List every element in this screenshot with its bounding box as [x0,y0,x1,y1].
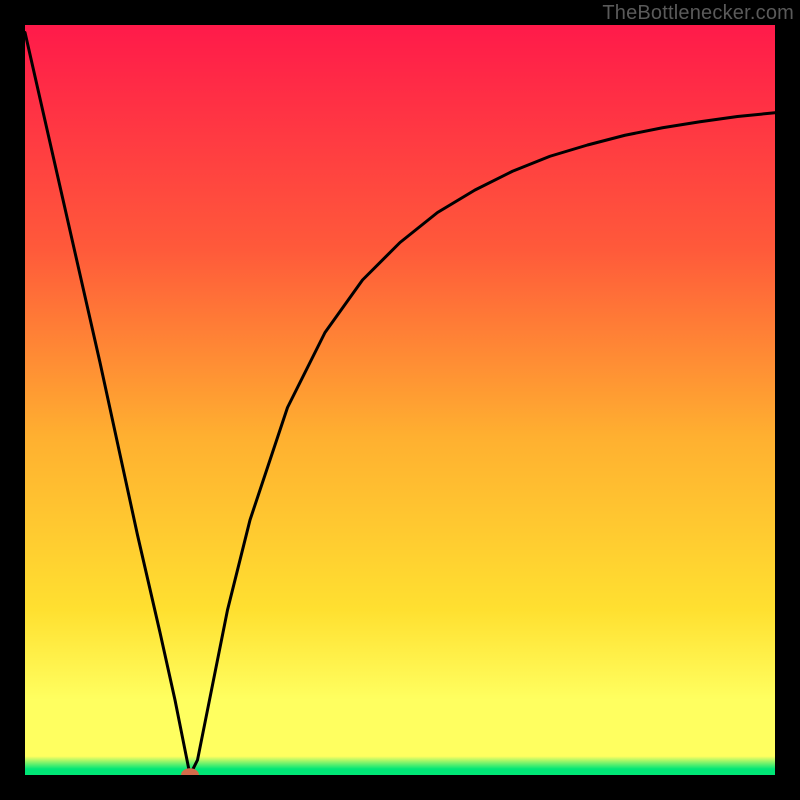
gradient-background [25,25,775,775]
bottleneck-chart [25,25,775,775]
chart-frame: TheBottlenecker.com [0,0,800,800]
watermark-text: TheBottlenecker.com [602,2,794,25]
